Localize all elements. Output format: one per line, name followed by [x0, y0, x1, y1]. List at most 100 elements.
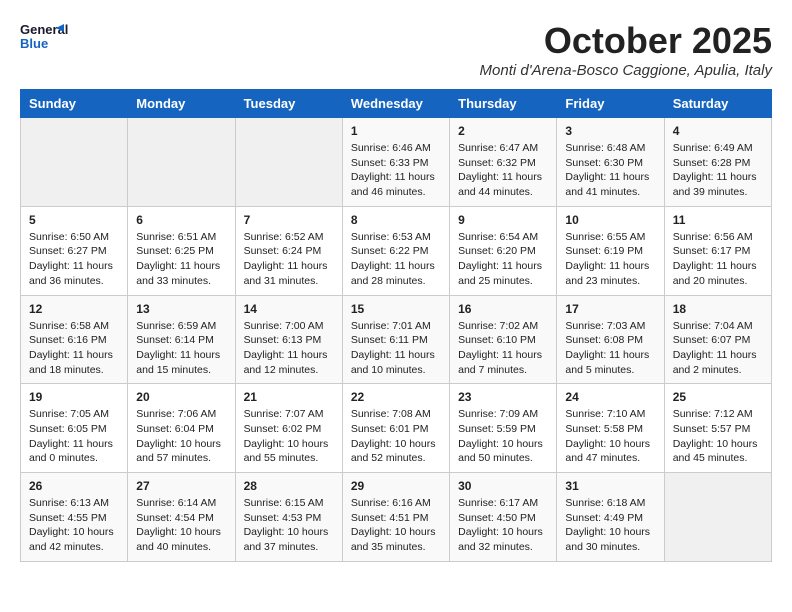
day-number: 5: [29, 213, 119, 227]
week-row-2: 5 Sunrise: 6:50 AM Sunset: 6:27 PM Daylig…: [21, 206, 772, 295]
day-number: 13: [136, 302, 226, 316]
day-number: 27: [136, 479, 226, 493]
day-info: Sunrise: 6:51 AM Sunset: 6:25 PM Dayligh…: [136, 230, 226, 289]
calendar-cell: 12 Sunrise: 6:58 AM Sunset: 6:16 PM Dayli…: [21, 295, 128, 384]
day-info: Sunrise: 7:04 AM Sunset: 6:07 PM Dayligh…: [673, 319, 763, 378]
calendar-cell: 27 Sunrise: 6:14 AM Sunset: 4:54 PM Dayli…: [128, 473, 235, 562]
day-number: 6: [136, 213, 226, 227]
calendar-cell: [21, 118, 128, 207]
calendar-cell: 17 Sunrise: 7:03 AM Sunset: 6:08 PM Dayli…: [557, 295, 664, 384]
day-info: Sunrise: 6:48 AM Sunset: 6:30 PM Dayligh…: [565, 141, 655, 200]
day-info: Sunrise: 7:01 AM Sunset: 6:11 PM Dayligh…: [351, 319, 441, 378]
day-number: 11: [673, 213, 763, 227]
day-info: Sunrise: 7:06 AM Sunset: 6:04 PM Dayligh…: [136, 407, 226, 466]
calendar-cell: 10 Sunrise: 6:55 AM Sunset: 6:19 PM Dayli…: [557, 206, 664, 295]
day-number: 10: [565, 213, 655, 227]
day-number: 24: [565, 390, 655, 404]
calendar-cell: 1Sunrise: 6:46 AM Sunset: 6:33 PM Daylig…: [342, 118, 449, 207]
day-info: Sunrise: 6:50 AM Sunset: 6:27 PM Dayligh…: [29, 230, 119, 289]
day-info: Sunrise: 7:03 AM Sunset: 6:08 PM Dayligh…: [565, 319, 655, 378]
day-info: Sunrise: 6:53 AM Sunset: 6:22 PM Dayligh…: [351, 230, 441, 289]
day-info: Sunrise: 7:09 AM Sunset: 5:59 PM Dayligh…: [458, 407, 548, 466]
day-number: 2: [458, 124, 548, 138]
day-number: 25: [673, 390, 763, 404]
day-header-monday: Monday: [128, 90, 235, 118]
day-info: Sunrise: 6:17 AM Sunset: 4:50 PM Dayligh…: [458, 496, 548, 555]
day-number: 3: [565, 124, 655, 138]
calendar-cell: 14Sunrise: 7:00 AM Sunset: 6:13 PM Dayli…: [235, 295, 342, 384]
calendar-cell: 22Sunrise: 7:08 AM Sunset: 6:01 PM Dayli…: [342, 384, 449, 473]
day-info: Sunrise: 6:59 AM Sunset: 6:14 PM Dayligh…: [136, 319, 226, 378]
day-header-saturday: Saturday: [664, 90, 771, 118]
day-info: Sunrise: 6:14 AM Sunset: 4:54 PM Dayligh…: [136, 496, 226, 555]
calendar-cell: [664, 473, 771, 562]
day-number: 31: [565, 479, 655, 493]
calendar-cell: 24 Sunrise: 7:10 AM Sunset: 5:58 PM Dayli…: [557, 384, 664, 473]
day-info: Sunrise: 7:10 AM Sunset: 5:58 PM Dayligh…: [565, 407, 655, 466]
day-info: Sunrise: 7:12 AM Sunset: 5:57 PM Dayligh…: [673, 407, 763, 466]
logo-icon: General Blue: [20, 20, 68, 52]
day-info: Sunrise: 7:02 AM Sunset: 6:10 PM Dayligh…: [458, 319, 548, 378]
week-row-1: 1Sunrise: 6:46 AM Sunset: 6:33 PM Daylig…: [21, 118, 772, 207]
day-number: 1: [351, 124, 441, 138]
day-info: Sunrise: 6:56 AM Sunset: 6:17 PM Dayligh…: [673, 230, 763, 289]
day-number: 26: [29, 479, 119, 493]
week-row-3: 12 Sunrise: 6:58 AM Sunset: 6:16 PM Dayli…: [21, 295, 772, 384]
week-row-5: 26Sunrise: 6:13 AM Sunset: 4:55 PM Dayli…: [21, 473, 772, 562]
calendar-cell: 18Sunrise: 7:04 AM Sunset: 6:07 PM Dayli…: [664, 295, 771, 384]
calendar-cell: 31 Sunrise: 6:18 AM Sunset: 4:49 PM Dayli…: [557, 473, 664, 562]
calendar-cell: 30 Sunrise: 6:17 AM Sunset: 4:50 PM Dayli…: [450, 473, 557, 562]
day-number: 8: [351, 213, 441, 227]
day-number: 7: [244, 213, 334, 227]
day-header-friday: Friday: [557, 90, 664, 118]
calendar-cell: 15Sunrise: 7:01 AM Sunset: 6:11 PM Dayli…: [342, 295, 449, 384]
logo: General Blue: [20, 20, 68, 52]
day-number: 12: [29, 302, 119, 316]
day-info: Sunrise: 6:18 AM Sunset: 4:49 PM Dayligh…: [565, 496, 655, 555]
month-title: October 2025: [480, 20, 772, 62]
day-info: Sunrise: 7:05 AM Sunset: 6:05 PM Dayligh…: [29, 407, 119, 466]
calendar-cell: 16 Sunrise: 7:02 AM Sunset: 6:10 PM Dayli…: [450, 295, 557, 384]
day-header-thursday: Thursday: [450, 90, 557, 118]
day-number: 30: [458, 479, 548, 493]
calendar-cell: 25 Sunrise: 7:12 AM Sunset: 5:57 PM Dayli…: [664, 384, 771, 473]
calendar-cell: 21 Sunrise: 7:07 AM Sunset: 6:02 PM Dayli…: [235, 384, 342, 473]
calendar-table: SundayMondayTuesdayWednesdayThursdayFrid…: [20, 89, 772, 562]
calendar-cell: 19 Sunrise: 7:05 AM Sunset: 6:05 PM Dayli…: [21, 384, 128, 473]
day-number: 17: [565, 302, 655, 316]
calendar-cell: 8 Sunrise: 6:53 AM Sunset: 6:22 PM Daylig…: [342, 206, 449, 295]
title-block: October 2025 Monti d'Arena-Bosco Caggion…: [480, 20, 772, 79]
calendar-cell: 28Sunrise: 6:15 AM Sunset: 4:53 PM Dayli…: [235, 473, 342, 562]
day-info: Sunrise: 7:00 AM Sunset: 6:13 PM Dayligh…: [244, 319, 334, 378]
calendar-cell: 6 Sunrise: 6:51 AM Sunset: 6:25 PM Daylig…: [128, 206, 235, 295]
calendar-cell: 23Sunrise: 7:09 AM Sunset: 5:59 PM Dayli…: [450, 384, 557, 473]
calendar-cell: 4Sunrise: 6:49 AM Sunset: 6:28 PM Daylig…: [664, 118, 771, 207]
calendar-cell: 11 Sunrise: 6:56 AM Sunset: 6:17 PM Dayli…: [664, 206, 771, 295]
week-row-4: 19 Sunrise: 7:05 AM Sunset: 6:05 PM Dayli…: [21, 384, 772, 473]
calendar-cell: 29 Sunrise: 6:16 AM Sunset: 4:51 PM Dayli…: [342, 473, 449, 562]
page-header: General Blue October 2025 Monti d'Arena-…: [20, 20, 772, 79]
calendar-cell: 5 Sunrise: 6:50 AM Sunset: 6:27 PM Daylig…: [21, 206, 128, 295]
day-number: 22: [351, 390, 441, 404]
calendar-cell: 9Sunrise: 6:54 AM Sunset: 6:20 PM Daylig…: [450, 206, 557, 295]
calendar-cell: [128, 118, 235, 207]
day-number: 29: [351, 479, 441, 493]
day-info: Sunrise: 7:07 AM Sunset: 6:02 PM Dayligh…: [244, 407, 334, 466]
day-header-tuesday: Tuesday: [235, 90, 342, 118]
day-header-wednesday: Wednesday: [342, 90, 449, 118]
day-info: Sunrise: 6:55 AM Sunset: 6:19 PM Dayligh…: [565, 230, 655, 289]
calendar-cell: 26Sunrise: 6:13 AM Sunset: 4:55 PM Dayli…: [21, 473, 128, 562]
calendar-cell: 20Sunrise: 7:06 AM Sunset: 6:04 PM Dayli…: [128, 384, 235, 473]
day-number: 16: [458, 302, 548, 316]
day-number: 21: [244, 390, 334, 404]
day-number: 19: [29, 390, 119, 404]
calendar-cell: 7 Sunrise: 6:52 AM Sunset: 6:24 PM Daylig…: [235, 206, 342, 295]
day-info: Sunrise: 6:15 AM Sunset: 4:53 PM Dayligh…: [244, 496, 334, 555]
day-number: 9: [458, 213, 548, 227]
calendar-cell: 2Sunrise: 6:47 AM Sunset: 6:32 PM Daylig…: [450, 118, 557, 207]
calendar-cell: 13 Sunrise: 6:59 AM Sunset: 6:14 PM Dayli…: [128, 295, 235, 384]
day-number: 4: [673, 124, 763, 138]
day-info: Sunrise: 6:52 AM Sunset: 6:24 PM Dayligh…: [244, 230, 334, 289]
day-info: Sunrise: 6:16 AM Sunset: 4:51 PM Dayligh…: [351, 496, 441, 555]
day-info: Sunrise: 6:58 AM Sunset: 6:16 PM Dayligh…: [29, 319, 119, 378]
